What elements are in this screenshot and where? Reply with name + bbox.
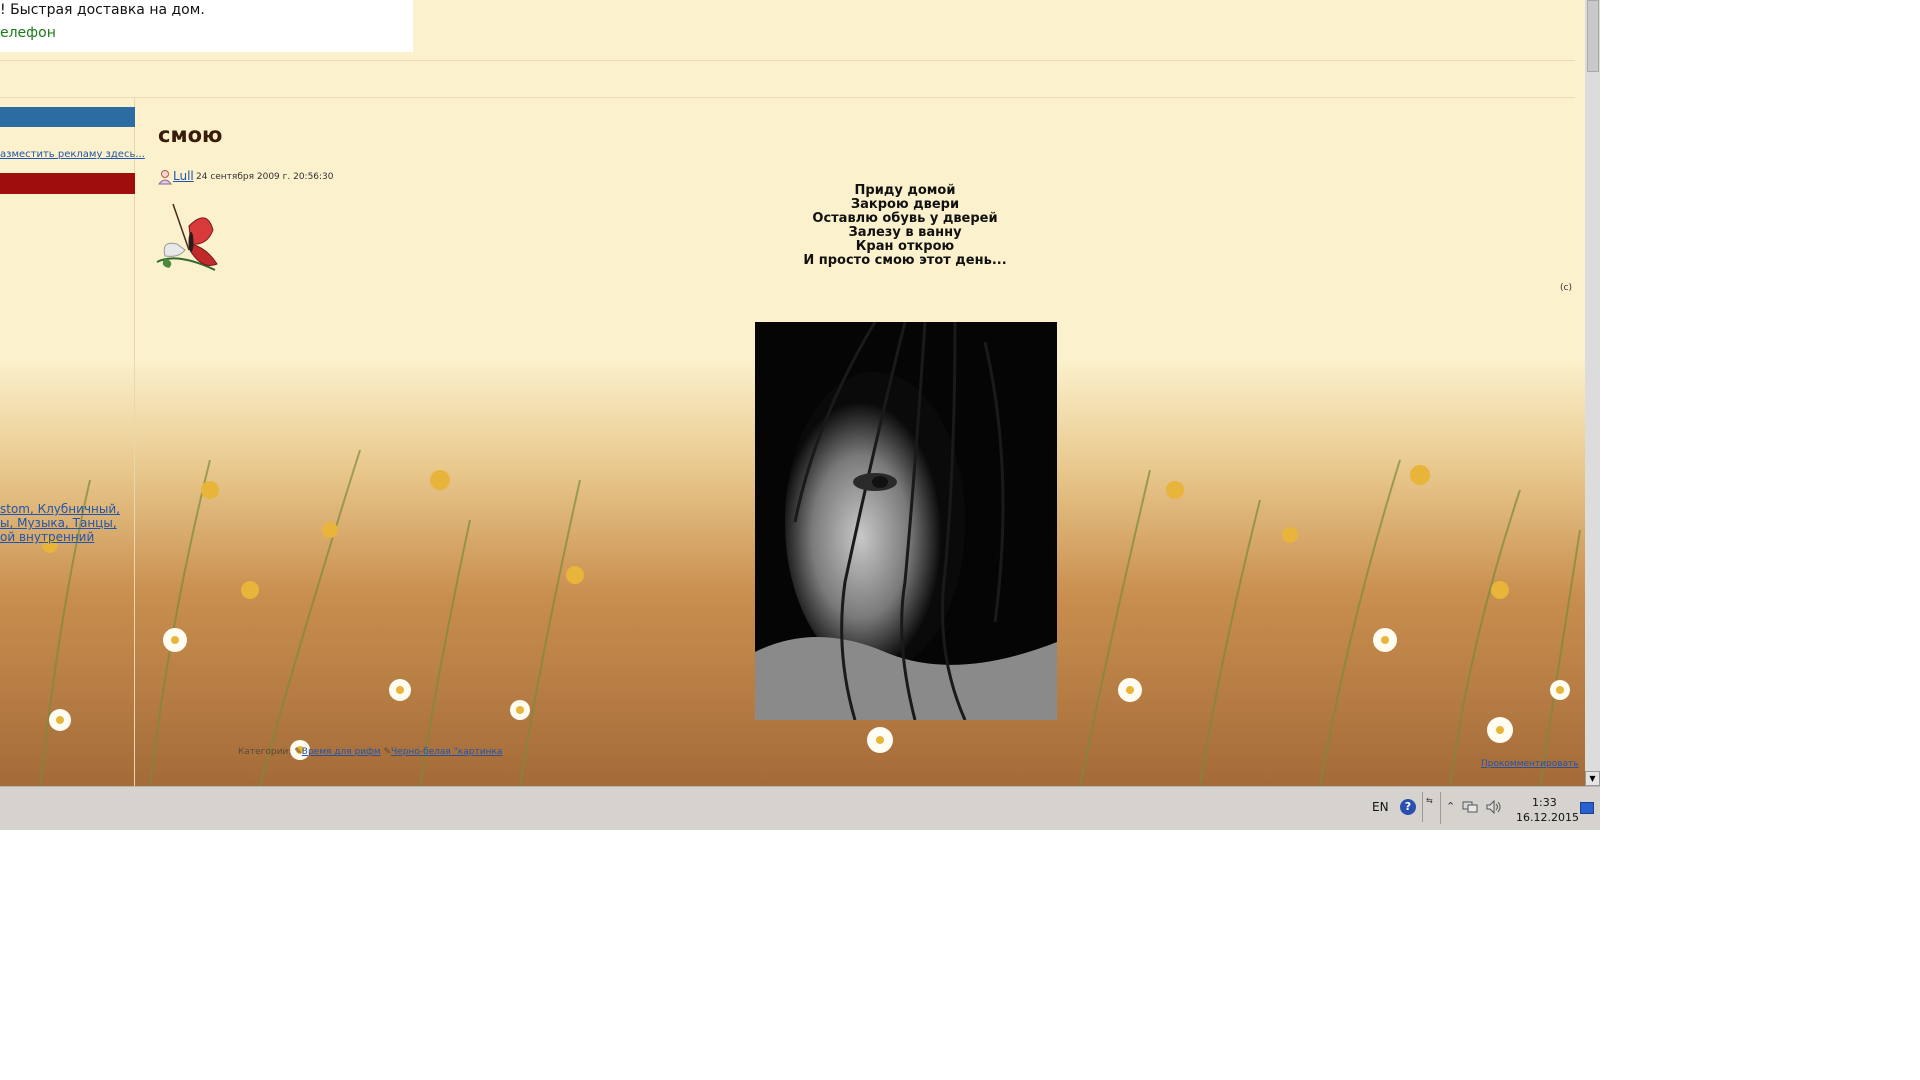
divider bbox=[0, 97, 1575, 98]
sidebar-border bbox=[134, 98, 135, 786]
volume-icon[interactable] bbox=[1486, 800, 1502, 814]
sidebar-tags: stom, Клубничный, ы, Музыка, Танцы, ой в… bbox=[0, 502, 130, 544]
vertical-scrollbar[interactable] bbox=[1585, 0, 1600, 786]
ad-phone-link[interactable]: елефон bbox=[0, 25, 56, 41]
post-title: смою bbox=[158, 123, 223, 147]
poem-line: Залезу в ванну bbox=[848, 225, 962, 240]
sidebar-ad-link[interactable]: азместить рекламу здесь... bbox=[0, 149, 145, 160]
screen: ! Быстрая доставка на дом. елефон азмест… bbox=[0, 0, 1600, 830]
sidebar-blue-block bbox=[0, 107, 135, 127]
network-icon[interactable] bbox=[1462, 800, 1478, 814]
poem-line: Приду домой bbox=[854, 183, 956, 198]
scroll-down-button[interactable]: ▼ bbox=[1585, 771, 1600, 786]
divider bbox=[0, 60, 1575, 61]
user-icon bbox=[158, 170, 172, 185]
language-options-icon[interactable]: ⇆ bbox=[1426, 796, 1433, 805]
clock-time[interactable]: 1:33 bbox=[1532, 796, 1557, 809]
post-photo[interactable] bbox=[755, 322, 1057, 720]
ad-banner[interactable]: ! Быстрая доставка на дом. елефон bbox=[0, 0, 413, 52]
show-hidden-icons-icon[interactable]: ⌃ bbox=[1446, 800, 1455, 813]
taskbar-separator bbox=[1422, 792, 1423, 822]
copyright-mark: (с) bbox=[1560, 283, 1572, 293]
poem-line: Кран открою bbox=[855, 239, 955, 254]
poem: Приду домой Закрою двери Оставлю обувь у… bbox=[780, 184, 1030, 268]
author-link[interactable]: Lull bbox=[173, 169, 194, 183]
pencil-icon: ✎ bbox=[383, 747, 392, 757]
scrollbar-thumb[interactable] bbox=[1587, 0, 1599, 72]
poem-line: Закрою двери bbox=[850, 197, 960, 212]
sidebar-red-block bbox=[0, 173, 135, 194]
poem-line: Оставлю обувь у дверей bbox=[812, 211, 998, 226]
comment-link[interactable]: Прокомментировать bbox=[1481, 759, 1579, 769]
tag-link[interactable]: stom, Клубничный, bbox=[0, 502, 120, 516]
browser-page: ! Быстрая доставка на дом. елефон азмест… bbox=[0, 0, 1585, 786]
pencil-icon: ✎ bbox=[294, 747, 302, 757]
categories-label: Категории: bbox=[238, 747, 292, 757]
category-link[interactable]: Черно-белая "картинка bbox=[391, 747, 502, 757]
show-desktop-icon[interactable] bbox=[1580, 802, 1594, 814]
help-icon[interactable]: ? bbox=[1400, 799, 1416, 815]
tag-link[interactable]: ы, Музыка, Танцы, bbox=[0, 516, 117, 530]
ad-text: ! Быстрая доставка на дом. bbox=[0, 2, 205, 18]
butterfly-userpic[interactable] bbox=[155, 200, 225, 278]
category-link[interactable]: Время для рифм bbox=[302, 747, 381, 757]
clock-date[interactable]: 16.12.2015 bbox=[1516, 811, 1579, 824]
language-indicator[interactable]: EN bbox=[1372, 800, 1389, 814]
post-date: 24 сентября 2009 г. 20:56:30 bbox=[196, 172, 334, 182]
taskbar bbox=[0, 786, 1600, 830]
tag-link[interactable]: ой внутренний bbox=[0, 530, 94, 544]
poem-line: И просто смою этот день... bbox=[803, 253, 1007, 268]
post-categories: Категории: ✎Время для рифм ✎Черно-белая … bbox=[238, 747, 502, 757]
